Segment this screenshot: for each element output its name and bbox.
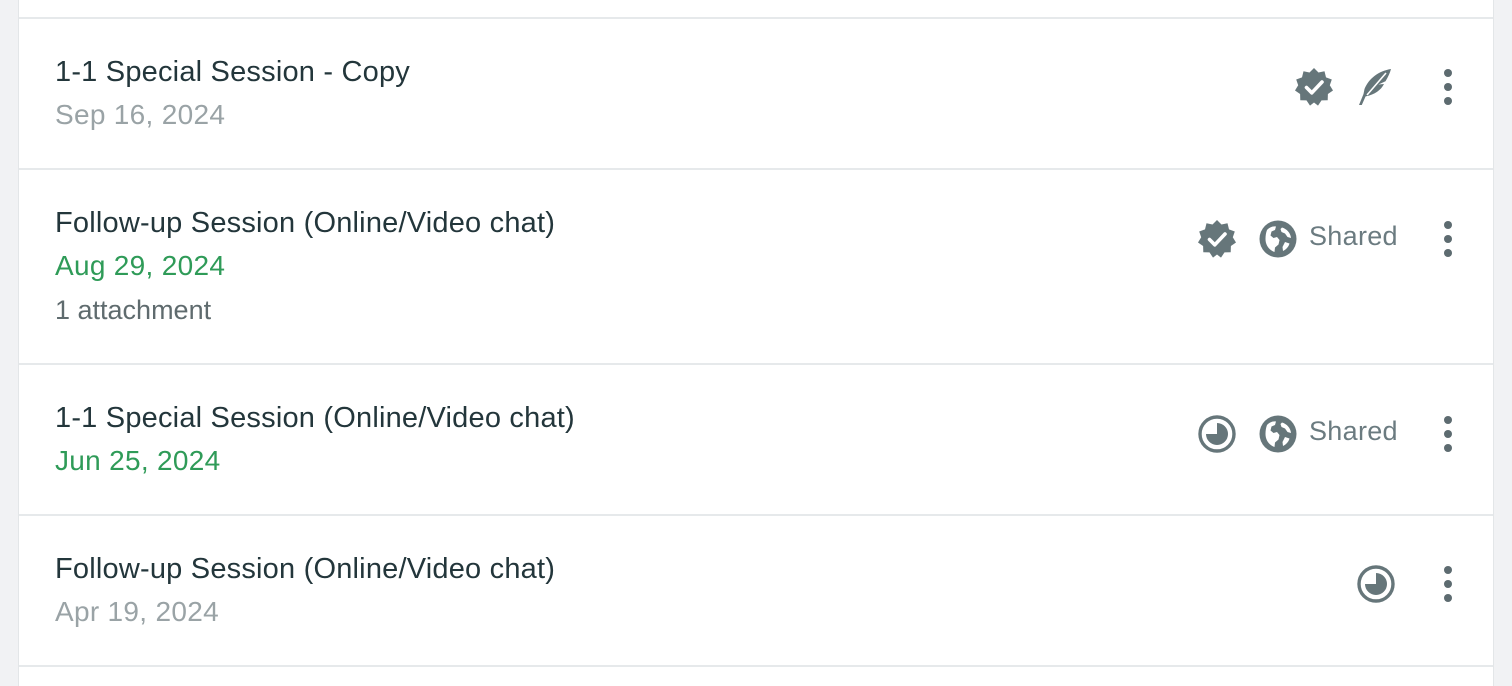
more-vertical-icon[interactable] (1433, 219, 1463, 259)
shared-label: Shared (1309, 416, 1398, 446)
pending-clock-icon (1197, 414, 1237, 454)
session-list-panel: 1-1 Special Session - Copy Sep 16, 2024 … (18, 0, 1494, 686)
session-date: Sep 16, 2024 (55, 99, 226, 130)
more-vertical-icon[interactable] (1433, 67, 1463, 107)
globe-icon (1258, 219, 1298, 259)
pending-clock-icon (1356, 564, 1396, 604)
verified-badge-icon (1294, 67, 1334, 107)
session-row[interactable]: 1-1 Special Session (Online/Video chat) … (19, 365, 1493, 516)
more-vertical-icon[interactable] (1433, 414, 1463, 454)
session-title[interactable]: 1-1 Special Session (Online/Video chat) (55, 402, 575, 435)
feather-icon (1355, 67, 1395, 107)
globe-icon (1258, 414, 1298, 454)
verified-badge-icon (1197, 219, 1237, 259)
session-title[interactable]: Follow-up Session (Online/Video chat) (55, 553, 555, 586)
session-row[interactable]: Follow-up Session (Online/Video chat) Ap… (19, 516, 1493, 667)
more-vertical-icon[interactable] (1433, 564, 1463, 604)
shared-label: Shared (1309, 221, 1398, 251)
session-date: Jun 25, 2024 (55, 445, 221, 476)
session-date: Aug 29, 2024 (55, 250, 226, 281)
session-row[interactable]: Follow-up Session (Online/Video chat) Au… (19, 170, 1493, 365)
session-title[interactable]: Follow-up Session (Online/Video chat) (55, 207, 555, 240)
attachment-count[interactable]: 1 attachment (55, 295, 211, 326)
session-title[interactable]: 1-1 Special Session - Copy (55, 56, 410, 89)
session-row[interactable]: 1-1 Special Session - Copy Sep 16, 2024 (19, 19, 1493, 170)
session-date: Apr 19, 2024 (55, 596, 219, 627)
